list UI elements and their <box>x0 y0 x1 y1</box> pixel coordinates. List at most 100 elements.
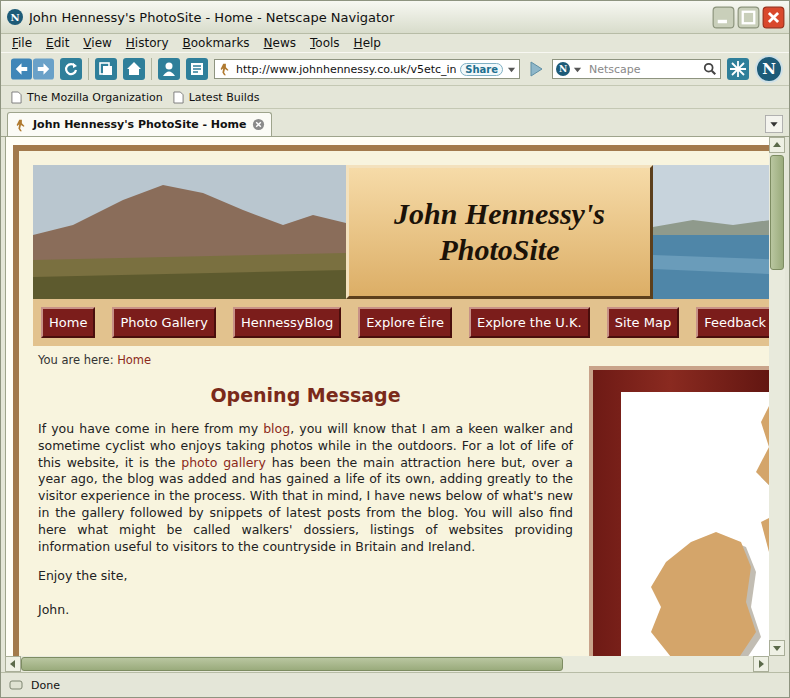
tab-close-icon[interactable] <box>252 118 265 131</box>
horizontal-scrollbar-row <box>1 656 789 672</box>
content-area: John Hennessy's PhotoSite Home Photo Gall… <box>1 137 789 656</box>
scroll-left-arrow-icon[interactable] <box>5 656 21 672</box>
breadcrumb-link[interactable]: Home <box>117 353 151 367</box>
site-nav-button[interactable]: Home <box>41 307 95 338</box>
menu-item[interactable]: History <box>119 36 176 50</box>
ireland-britain-map-icon <box>621 392 769 656</box>
site-nav-button[interactable]: Explore the U.K. <box>469 307 590 338</box>
page-frame: John Hennessy's PhotoSite Home Photo Gall… <box>13 145 769 656</box>
section-heading: Opening Message <box>38 384 573 406</box>
new-tab-icon[interactable] <box>95 58 117 80</box>
horizontal-scrollbar[interactable] <box>5 656 769 672</box>
breadcrumb: You are here: Home <box>38 353 573 367</box>
bookmark-item[interactable]: Latest Builds <box>173 91 260 104</box>
netscape-logo-icon: N <box>7 9 23 25</box>
bookmark-label: Latest Builds <box>189 91 260 104</box>
map-panel <box>589 346 769 656</box>
menu-item[interactable]: Tools <box>303 36 347 50</box>
map-canvas <box>621 392 769 656</box>
coast-scene-icon <box>653 165 769 299</box>
walker-favicon-icon <box>218 62 232 76</box>
news-icon[interactable] <box>186 58 208 80</box>
inline-link[interactable]: photo gallery <box>181 455 266 470</box>
window-controls <box>712 6 785 29</box>
coast-photo <box>653 165 769 299</box>
browser-tab[interactable]: John Hennessy's PhotoSite - Home <box>7 112 272 136</box>
scroll-right-arrow-icon[interactable] <box>753 656 769 672</box>
main-column: You are here: Home Opening Message If yo… <box>33 346 573 656</box>
search-placeholder: Netscape <box>585 63 700 76</box>
menu-item[interactable]: Edit <box>39 36 76 50</box>
menu-item[interactable]: View <box>76 36 118 50</box>
search-engine-icon[interactable]: N <box>556 62 570 76</box>
site-nav-button[interactable]: Site Map <box>607 307 680 338</box>
page-icon <box>173 91 184 104</box>
intro-paragraph: If you have come in here from my blog, y… <box>38 421 573 555</box>
toolbar-separator <box>88 58 89 80</box>
site-header: John Hennessy's PhotoSite <box>33 165 769 299</box>
tab-label: John Hennessy's PhotoSite - Home <box>33 118 247 131</box>
engine-dropdown-icon[interactable] <box>573 65 582 74</box>
scroll-track[interactable] <box>769 153 785 640</box>
navigation-toolbar: http://www.johnhennessy.co.uk/v5etc_inde… <box>1 52 789 86</box>
menu-item[interactable]: Help <box>347 36 388 50</box>
page-icon <box>11 91 22 104</box>
share-badge[interactable]: Share <box>460 63 503 76</box>
close-icon[interactable] <box>762 6 785 29</box>
person-icon[interactable] <box>158 58 180 80</box>
address-field[interactable]: http://www.johnhennessy.co.uk/v5etc_inde… <box>214 59 520 79</box>
scroll-thumb[interactable] <box>770 155 784 270</box>
scroll-track[interactable] <box>21 656 753 672</box>
address-text: http://www.johnhennessy.co.uk/v5etc_inde <box>236 63 456 76</box>
page-body: You are here: Home Opening Message If yo… <box>33 346 769 656</box>
menu-item[interactable]: Bookmarks <box>176 36 257 50</box>
tab-list-arrow-icon[interactable] <box>765 115 783 133</box>
back-forward-group <box>11 58 54 80</box>
vertical-scrollbar[interactable] <box>769 137 785 656</box>
mountain-photo <box>33 165 346 299</box>
site-nav-button[interactable]: HennessyBlog <box>233 307 341 338</box>
walker-favicon-icon <box>14 118 28 132</box>
site-nav-button[interactable]: Photo Gallery <box>112 307 216 338</box>
scroll-thumb[interactable] <box>21 657 563 671</box>
go-arrow-icon[interactable] <box>526 59 546 79</box>
site-title: John Hennessy's PhotoSite <box>359 196 640 268</box>
status-bar: Done <box>1 672 789 697</box>
minimize-icon[interactable] <box>712 6 735 29</box>
menu-bar: FileEditViewHistoryBookmarksNewsToolsHel… <box>1 34 789 52</box>
status-text: Done <box>31 679 60 692</box>
menu-item[interactable]: File <box>5 36 39 50</box>
bookmark-label: The Mozilla Organization <box>27 91 163 104</box>
reload-icon[interactable] <box>60 58 82 80</box>
home-icon[interactable] <box>123 58 145 80</box>
web-page: John Hennessy's PhotoSite Home Photo Gall… <box>5 137 769 656</box>
closing-line: John. <box>38 602 573 619</box>
search-field[interactable]: N Netscape <box>552 59 721 79</box>
window-title: John Hennessy's PhotoSite - Home - Netsc… <box>29 10 706 25</box>
tab-bar: John Hennessy's PhotoSite - Home <box>1 109 789 137</box>
menu-item[interactable]: News <box>257 36 303 50</box>
browser-window: N John Hennessy's PhotoSite - Home - Net… <box>0 0 790 698</box>
scroll-down-arrow-icon[interactable] <box>769 640 785 656</box>
toolbar-separator <box>151 58 152 80</box>
forward-arrow-icon[interactable] <box>33 58 54 80</box>
site-nav-button[interactable]: Feedback <box>696 307 769 338</box>
inline-link[interactable]: blog <box>263 421 290 436</box>
back-arrow-icon[interactable] <box>11 58 32 80</box>
bookmark-item[interactable]: The Mozilla Organization <box>11 91 163 104</box>
netscape-throbber-icon: N <box>755 55 783 83</box>
dropdown-arrow-icon[interactable] <box>507 65 516 74</box>
bookmarks-toolbar: The Mozilla Organization Latest Builds <box>1 86 789 109</box>
site-navigation: Home Photo Gallery HennessyBlog Explore Éir… <box>33 299 769 346</box>
maximize-icon[interactable] <box>737 6 760 29</box>
map-frame <box>589 366 769 656</box>
sidebar-star-icon[interactable] <box>727 58 749 80</box>
title-bar: N John Hennessy's PhotoSite - Home - Net… <box>1 1 789 34</box>
site-nav-button[interactable]: Explore Éire <box>358 307 452 338</box>
breadcrumb-label: You are here: <box>38 353 114 367</box>
mountain-scene-icon <box>33 165 346 299</box>
magnifier-icon[interactable] <box>703 62 717 76</box>
scroll-up-arrow-icon[interactable] <box>769 137 785 153</box>
connection-status-icon <box>9 678 23 692</box>
site-title-box: John Hennessy's PhotoSite <box>346 165 653 299</box>
